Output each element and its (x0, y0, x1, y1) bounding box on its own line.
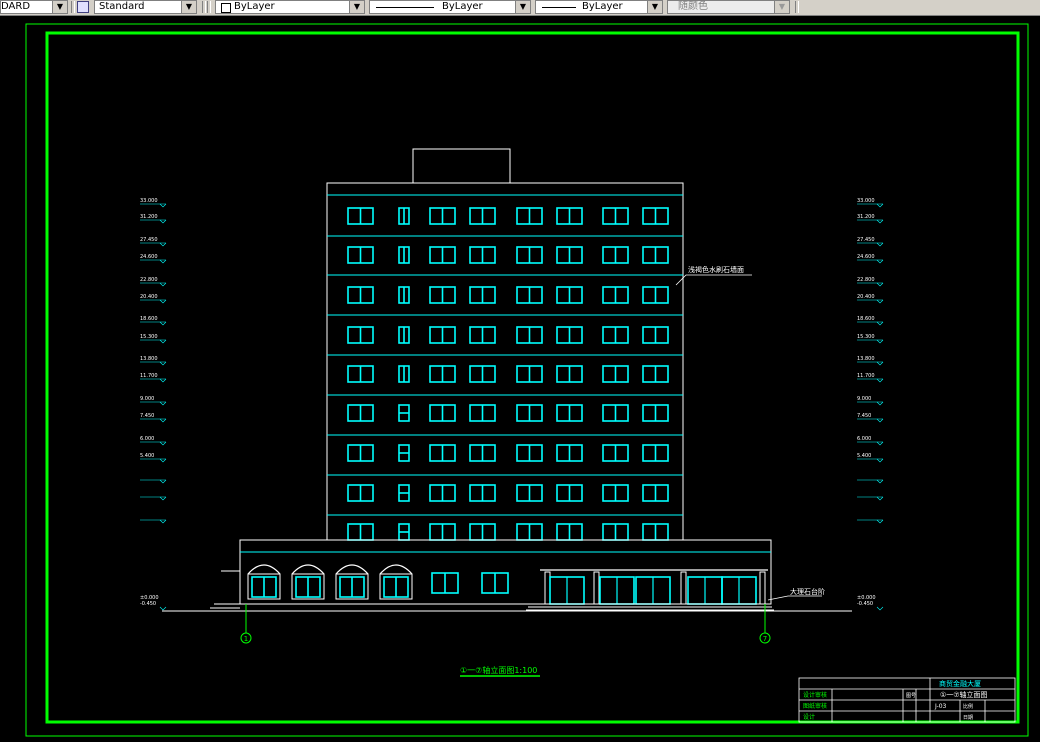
text-style-dropdown[interactable]: DARD ▼ (0, 0, 68, 14)
elevation-label: 11.700 (140, 373, 158, 379)
title-block-drawing-name: ①一⑦轴立面图 (940, 690, 988, 699)
chevron-down-icon[interactable]: ▼ (647, 1, 662, 13)
floor-lines (327, 194, 683, 516)
column (680, 571, 687, 605)
title-block-row3: 设计 (803, 713, 815, 721)
toolbar-separator (202, 1, 206, 13)
entrance-colonnade (540, 569, 768, 605)
tower-body (326, 182, 684, 541)
podium-arched-windows (247, 564, 413, 600)
arched-window (379, 564, 413, 600)
elevation-label: 6.000 (140, 436, 154, 442)
side-steps (210, 603, 240, 609)
wall-note: 浅褐色水刷石墙面 (675, 265, 752, 286)
toolbar-separator (207, 1, 211, 13)
elevation-label: 22.800 (857, 277, 875, 283)
arched-window (291, 564, 325, 600)
elevation-label: 31.200 (857, 214, 875, 220)
dim-style-dropdown[interactable]: Standard ▼ (94, 0, 197, 14)
elevation-label: -0.450 (857, 601, 873, 607)
elevation-label: 27.450 (857, 237, 875, 243)
elevation-label: 15.300 (857, 334, 875, 340)
color-swatch-icon (221, 3, 231, 13)
chevron-down-icon[interactable]: ▼ (515, 1, 530, 13)
title-block-sheet-no: J-03 (934, 703, 947, 710)
title-block-label-2: 比例 (963, 703, 973, 710)
elevation-label: 33.000 (140, 198, 158, 204)
toolbar-separator (71, 1, 75, 13)
elevation-label: 24.600 (857, 254, 875, 260)
linetype-dropdown[interactable]: ByLayer ▼ (369, 0, 531, 14)
title-block-row2: 图纸审核 (803, 702, 827, 710)
dim-style-icon[interactable] (77, 1, 89, 13)
chevron-down-icon[interactable]: ▼ (52, 1, 67, 13)
elevation-label: 9.000 (140, 396, 154, 402)
chevron-down-icon[interactable]: ▼ (181, 1, 196, 13)
elevation-label: 31.200 (140, 214, 158, 220)
column (593, 571, 600, 605)
elevation-label: 24.600 (140, 254, 158, 260)
lineweight-preview-icon (542, 7, 576, 8)
wall-note-text: 浅褐色水刷石墙面 (688, 265, 744, 274)
title-block-project: 商贸金融大厦 (939, 679, 981, 688)
elevation-label: 18.600 (140, 316, 158, 322)
lineweight-dropdown[interactable]: ByLayer ▼ (535, 0, 663, 14)
elevation-label: 7.450 (857, 413, 871, 419)
elevation-label: 18.600 (857, 316, 875, 322)
elevation-label: 13.800 (140, 356, 158, 362)
linetype-preview-icon (376, 7, 434, 8)
arched-window (247, 564, 281, 600)
column (759, 571, 766, 605)
elevation-label: 27.450 (140, 237, 158, 243)
axis-left-label: 1 (244, 635, 248, 643)
drawing-canvas[interactable]: 浅褐色水刷石墙面 大理石台阶 33.000 31.200 27.450 24.600 2… (0, 16, 1040, 742)
elevation-markers-right: 33.000 31.200 27.450 24.600 22.800 20.400 18.6… (857, 198, 884, 611)
drawing-title: ①一⑦轴立面图1:100 (460, 665, 537, 675)
axis-marker-left: 1 (240, 604, 252, 644)
title-block-label-1: 图号 (906, 693, 916, 699)
chevron-down-icon[interactable]: ▼ (774, 1, 789, 13)
tower-windows (347, 207, 669, 541)
color-dropdown[interactable]: ByLayer ▼ (215, 0, 365, 14)
podium-windows (431, 572, 509, 594)
elevation-label: -0.450 (140, 601, 156, 607)
elevation-label: 22.800 (140, 277, 158, 283)
title-block (798, 677, 1016, 723)
elevation-label: 6.000 (857, 436, 871, 442)
arched-window (335, 564, 369, 600)
elevation-label: 11.700 (857, 373, 875, 379)
elevation-label: 5.400 (857, 453, 871, 459)
chevron-down-icon[interactable]: ▼ (349, 1, 364, 13)
title-block-label-3: 日期 (963, 715, 973, 721)
elevation-label: 5.400 (140, 453, 154, 459)
axis-right-label: 7 (763, 635, 767, 643)
elevation-label: 15.300 (140, 334, 158, 340)
title-block-row1: 设计审核 (803, 691, 827, 699)
toolbar-separator (795, 1, 799, 13)
elevation-markers-left: 33.000 31.200 27.450 24.600 22.800 20.400 18.6… (140, 198, 167, 611)
plot-style-dropdown[interactable]: 随颜色 ▼ (667, 0, 790, 14)
platform-note: 大理石台阶 (767, 587, 825, 601)
elevation-label: 13.800 (857, 356, 875, 362)
roof-structure (412, 148, 511, 184)
elevation-label: 20.400 (140, 294, 158, 300)
elevation-label: 33.000 (857, 198, 875, 204)
platform-note-text: 大理石台阶 (790, 587, 825, 596)
properties-toolbar: DARD ▼ Standard ▼ ByLayer ▼ ByLayer ▼ By… (0, 0, 1040, 16)
elevation-label: 20.400 (857, 294, 875, 300)
elevation-label: 7.450 (140, 413, 154, 419)
elevation-label: 9.000 (857, 396, 871, 402)
entrance-steps (526, 603, 774, 611)
